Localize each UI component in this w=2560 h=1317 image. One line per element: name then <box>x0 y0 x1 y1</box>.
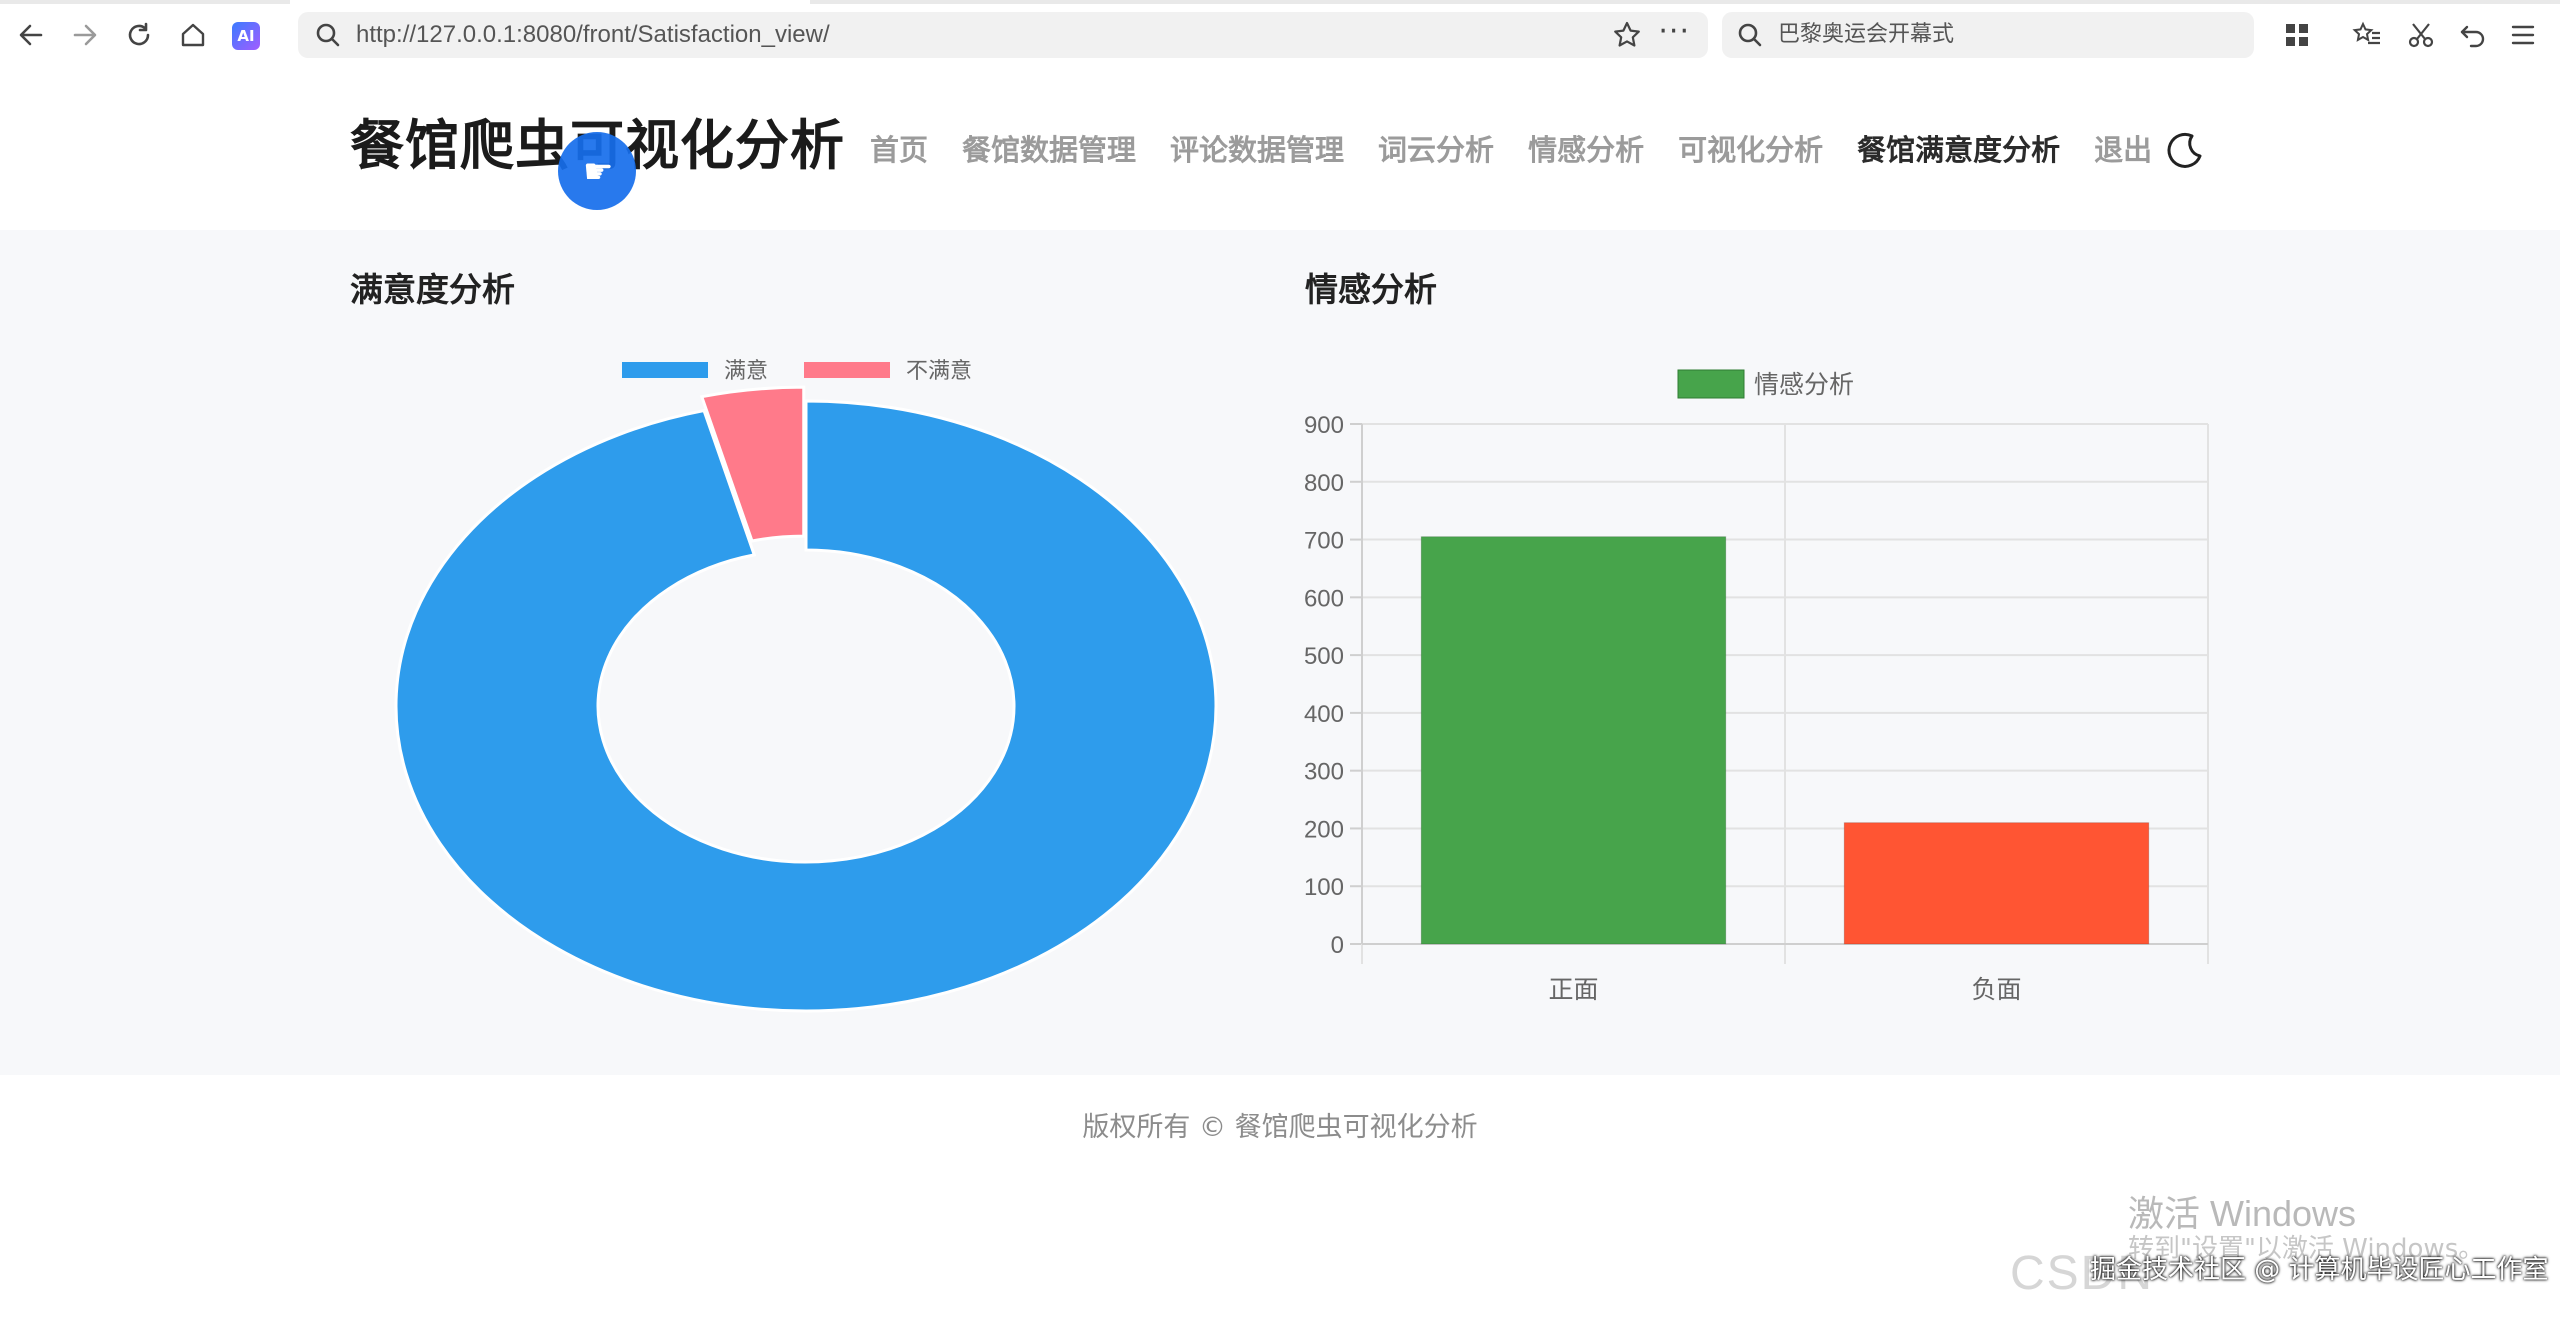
sentiment-bar-chart: 情感分析 0 100 200 300 400 500 600 700 800 900 正面 负面 <box>1304 369 2209 1004</box>
address-bar[interactable]: http://127.0.0.1:8080/front/Satisfaction… <box>298 12 1708 58</box>
bar-1[interactable] <box>1420 536 1727 945</box>
y-tick-label-900: 900 <box>1304 412 1344 439</box>
site-header: 餐馆爬虫可视化分析 首页 餐馆数据管理 评论数据管理 词云分析 情感分析 可视化… <box>0 70 2560 230</box>
more-options-icon[interactable]: ··· <box>1658 14 1690 49</box>
x-tick-label-1: 正面 <box>1548 975 1598 1004</box>
search-icon <box>1738 23 1762 47</box>
browser-search-bar[interactable]: 巴黎奥运会开幕式 <box>1722 12 2254 58</box>
y-tick-label-500: 500 <box>1304 643 1344 670</box>
y-tick-label-400: 400 <box>1304 701 1344 728</box>
bookmark-star-icon[interactable] <box>1612 20 1642 50</box>
y-tick-label-100: 100 <box>1304 874 1344 901</box>
bar-2[interactable] <box>1843 822 2150 945</box>
nav-home[interactable]: 首页 <box>870 132 928 168</box>
y-tick-label-600: 600 <box>1304 585 1344 612</box>
y-tick-label-300: 300 <box>1304 759 1344 786</box>
home-icon[interactable] <box>176 18 210 52</box>
search-icon <box>316 23 340 47</box>
nav-restaurant-data[interactable]: 餐馆数据管理 <box>962 132 1136 168</box>
pointer-hand-icon: ☛ <box>583 152 614 192</box>
main-content: 满意度分析 情感分析 满意 不满意 情感分析 0 100 200 300 400 500 600… <box>0 230 2560 1075</box>
y-tick-label-0: 0 <box>1331 932 1344 959</box>
undo-icon[interactable] <box>2456 18 2490 52</box>
main-nav: 首页 餐馆数据管理 评论数据管理 词云分析 情感分析 可视化分析 餐馆满意度分析… <box>870 132 2186 168</box>
nav-logout[interactable]: 退出 <box>2094 132 2152 168</box>
menu-icon[interactable] <box>2506 18 2540 52</box>
csdn-credit: 掘金技术社区 @ 计算机毕设匠心工作室 <box>2090 1255 2549 1285</box>
y-tick-label-700: 700 <box>1304 528 1344 555</box>
forward-arrow-icon[interactable] <box>68 18 102 52</box>
x-tick-label-2: 负面 <box>1971 975 2021 1004</box>
apps-grid-icon[interactable] <box>2280 18 2314 52</box>
nav-satisfaction[interactable]: 餐馆满意度分析 <box>1857 132 2060 168</box>
active-tab[interactable] <box>290 0 810 4</box>
activate-windows-watermark: 激活 Windows <box>2128 1193 2357 1234</box>
browser-toolbar: AI http://127.0.0.1:8080/front/Satisfact… <box>0 0 2560 71</box>
legend-swatch <box>1677 369 1745 399</box>
footer-copyright: 版权所有 © 餐馆爬虫可视化分析 <box>1082 1112 1478 1143</box>
screenshot-scissors-icon[interactable] <box>2404 18 2438 52</box>
back-arrow-icon[interactable] <box>14 18 48 52</box>
nav-visualization[interactable]: 可视化分析 <box>1678 132 1823 168</box>
y-tick-label-200: 200 <box>1304 816 1344 843</box>
legend-label: 情感分析 <box>1754 370 1854 399</box>
search-suggestion[interactable]: 巴黎奥运会开幕式 <box>1778 23 1954 47</box>
reload-icon[interactable] <box>122 18 156 52</box>
nav-wordcloud[interactable]: 词云分析 <box>1378 132 1494 168</box>
y-tick-label-800: 800 <box>1304 470 1344 497</box>
ai-assistant-icon[interactable]: AI <box>232 22 260 50</box>
nav-sentiment[interactable]: 情感分析 <box>1528 132 1644 168</box>
moon-icon[interactable] <box>2164 130 2206 172</box>
favorites-icon[interactable] <box>2350 18 2384 52</box>
address-url[interactable]: http://127.0.0.1:8080/front/Satisfaction… <box>356 22 830 48</box>
nav-comment-data[interactable]: 评论数据管理 <box>1170 132 1344 168</box>
